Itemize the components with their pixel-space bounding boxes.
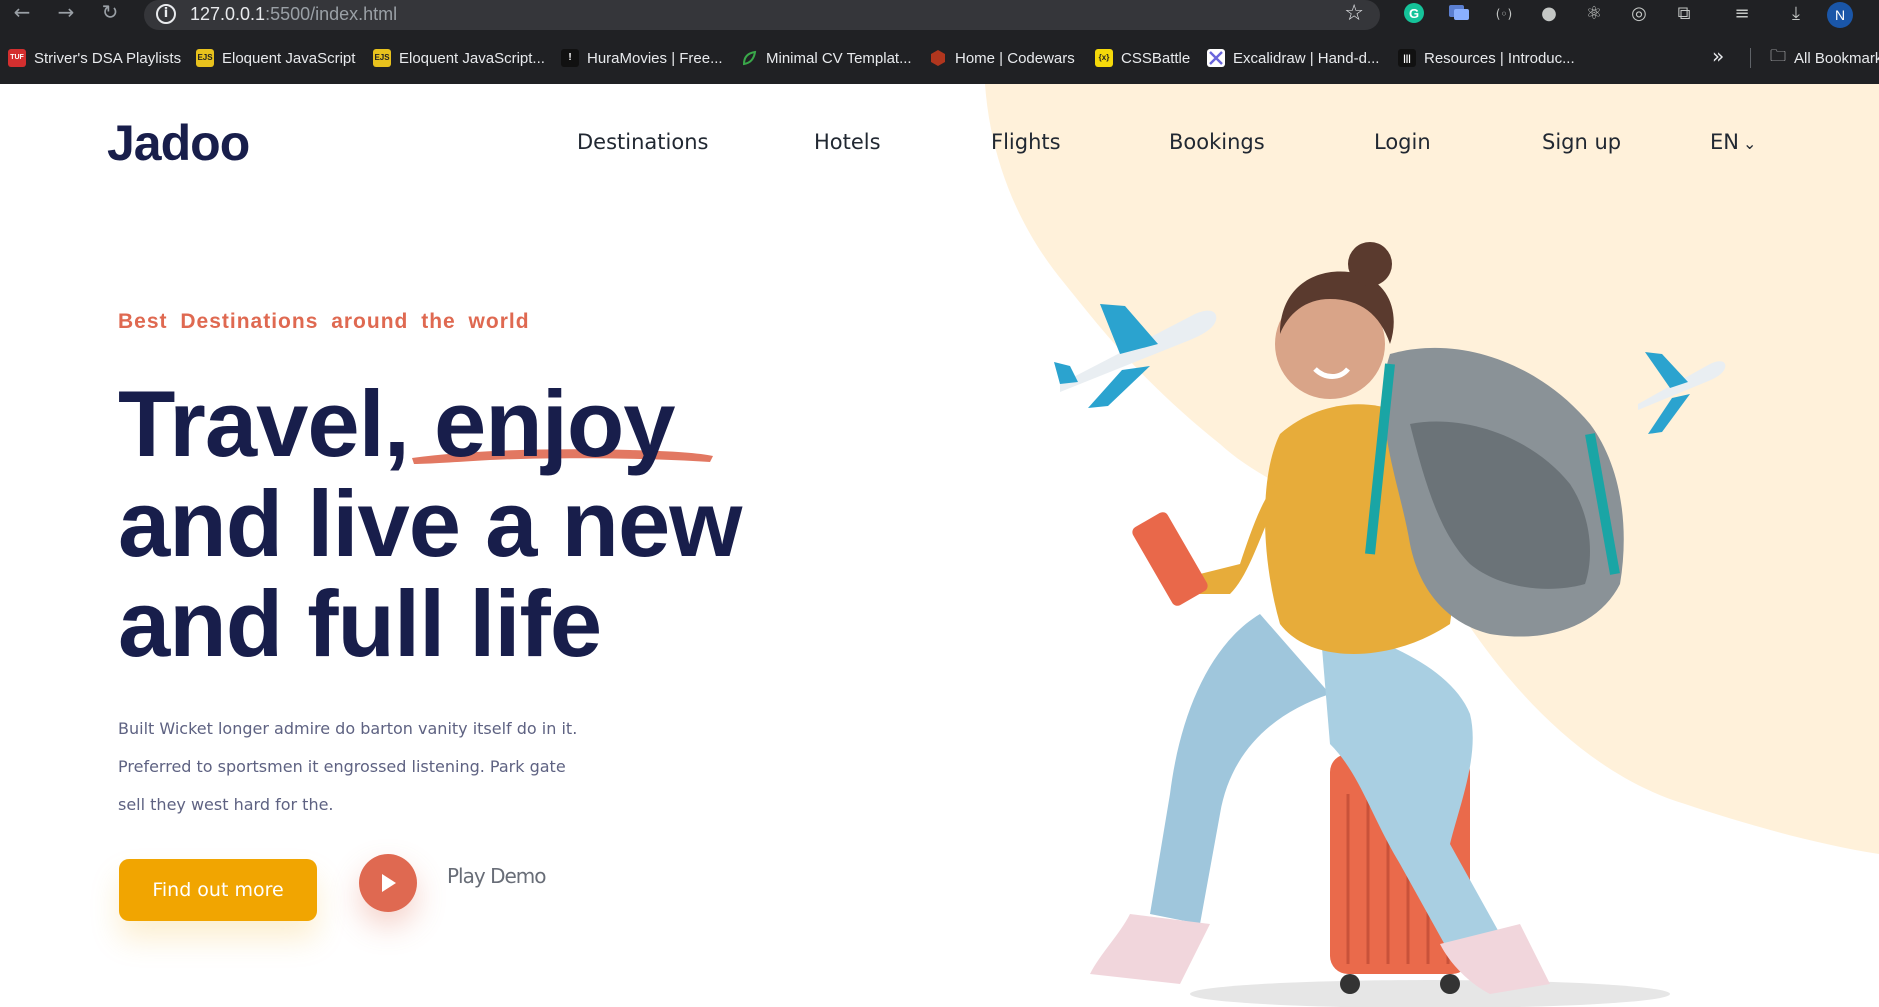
hero-headline: Travel, enjoy and live a new and full li…	[118, 374, 798, 674]
bookmark-item[interactable]: Excalidraw | Hand-d...	[1207, 44, 1379, 72]
airplane-left-icon	[1054, 304, 1217, 408]
language-selector[interactable]: EN ⌄	[1710, 130, 1756, 154]
hero-tagline: Best Destinations around the world	[118, 310, 530, 333]
bookmark-item[interactable]: Home | Codewars	[929, 44, 1075, 72]
address-bar[interactable]: i 127.0.0.1:5500/index.html ☆	[144, 0, 1380, 30]
bookmark-item[interactable]: ||| Resources | Introduc...	[1398, 44, 1575, 72]
bookmark-item[interactable]: ! HuraMovies | Free...	[561, 44, 723, 72]
back-icon[interactable]: ←	[8, 0, 36, 26]
bookmarks-bar: TUF Striver's DSA Playlists EJS Eloquent…	[0, 44, 1879, 72]
language-label: EN	[1710, 130, 1739, 154]
react-devtools-icon[interactable]: ⚛	[1582, 2, 1606, 26]
download-icon[interactable]: ⤓	[1784, 2, 1808, 26]
browser-toolbar: ← → ↻ i 127.0.0.1:5500/index.html ☆ G (◦…	[0, 0, 1879, 30]
excalidraw-icon	[1207, 49, 1225, 67]
hero-traveler-illustration	[1054, 242, 1726, 1007]
nav-signup[interactable]: Sign up	[1542, 130, 1621, 154]
extensions-puzzle-icon[interactable]: ⧉	[1672, 2, 1696, 26]
bookmark-item[interactable]: Minimal CV Templat...	[740, 44, 912, 72]
site-info-icon[interactable]: i	[156, 4, 176, 24]
leaf-icon	[740, 49, 758, 67]
bookmark-item[interactable]: EJS Eloquent JavaScript...	[373, 44, 545, 72]
play-demo-button[interactable]	[359, 854, 417, 912]
bookmarks-divider	[1750, 48, 1751, 68]
nav-destinations[interactable]: Destinations	[577, 130, 708, 154]
url-text[interactable]: 127.0.0.1:5500/index.html	[190, 4, 397, 25]
extension-bracket-icon[interactable]: (◦)	[1492, 2, 1516, 26]
chevron-down-icon: ⌄	[1742, 134, 1757, 153]
nav-login[interactable]: Login	[1374, 130, 1431, 154]
find-out-more-button[interactable]: Find out more	[119, 859, 317, 921]
grammarly-icon[interactable]: G	[1402, 2, 1426, 26]
extension-bulb-icon[interactable]: ●	[1537, 2, 1561, 26]
bookmark-item[interactable]: {x} CSSBattle	[1095, 44, 1190, 72]
headline-accent-word: enjoy	[434, 371, 676, 476]
hero-description: Built Wicket longer admire do barton van…	[118, 719, 578, 814]
bookmark-star-icon[interactable]: ☆	[1344, 1, 1364, 26]
extension-target-icon[interactable]: ◎	[1627, 2, 1651, 26]
headline-line-2: and live a new	[118, 471, 742, 576]
bookmark-favicon-icon: !	[561, 49, 579, 67]
headline-line-3: and full life	[118, 571, 602, 676]
all-bookmarks[interactable]: 🗀 All Bookmarks	[1770, 44, 1879, 72]
play-demo-label[interactable]: Play Demo	[447, 864, 546, 888]
codewars-icon	[929, 49, 947, 67]
nav-bookings[interactable]: Bookings	[1169, 130, 1265, 154]
page-viewport: Jadoo Destinations Hotels Flights Bookin…	[0, 84, 1879, 1007]
reading-list-icon[interactable]: ≡	[1730, 2, 1754, 26]
svg-text:G: G	[1409, 6, 1419, 21]
site-logo[interactable]: Jadoo	[107, 114, 250, 172]
play-icon	[382, 874, 396, 892]
nav-hotels[interactable]: Hotels	[814, 130, 881, 154]
bookmark-favicon-icon: EJS	[196, 49, 214, 67]
nav-flights[interactable]: Flights	[991, 130, 1061, 154]
bookmark-item[interactable]: EJS Eloquent JavaScript	[196, 44, 355, 72]
browser-chrome: ← → ↻ i 127.0.0.1:5500/index.html ☆ G (◦…	[0, 0, 1879, 84]
bookmarks-overflow-icon[interactable]: »	[1712, 44, 1724, 68]
headline-line-1: Travel, enjoy	[118, 371, 676, 476]
reload-icon[interactable]: ↻	[96, 0, 124, 26]
forward-icon[interactable]: →	[52, 0, 80, 26]
airplane-right-icon	[1638, 352, 1726, 434]
folder-icon: 🗀	[1770, 47, 1787, 65]
extension-window-icon[interactable]	[1447, 2, 1471, 26]
profile-avatar[interactable]: N	[1827, 2, 1853, 28]
bookmark-favicon-icon: |||	[1398, 49, 1416, 67]
bookmark-favicon-icon: {x}	[1095, 49, 1113, 67]
bookmark-favicon-icon: EJS	[373, 49, 391, 67]
bookmark-item[interactable]: TUF Striver's DSA Playlists	[8, 44, 181, 72]
bookmark-favicon-icon: TUF	[8, 49, 26, 67]
